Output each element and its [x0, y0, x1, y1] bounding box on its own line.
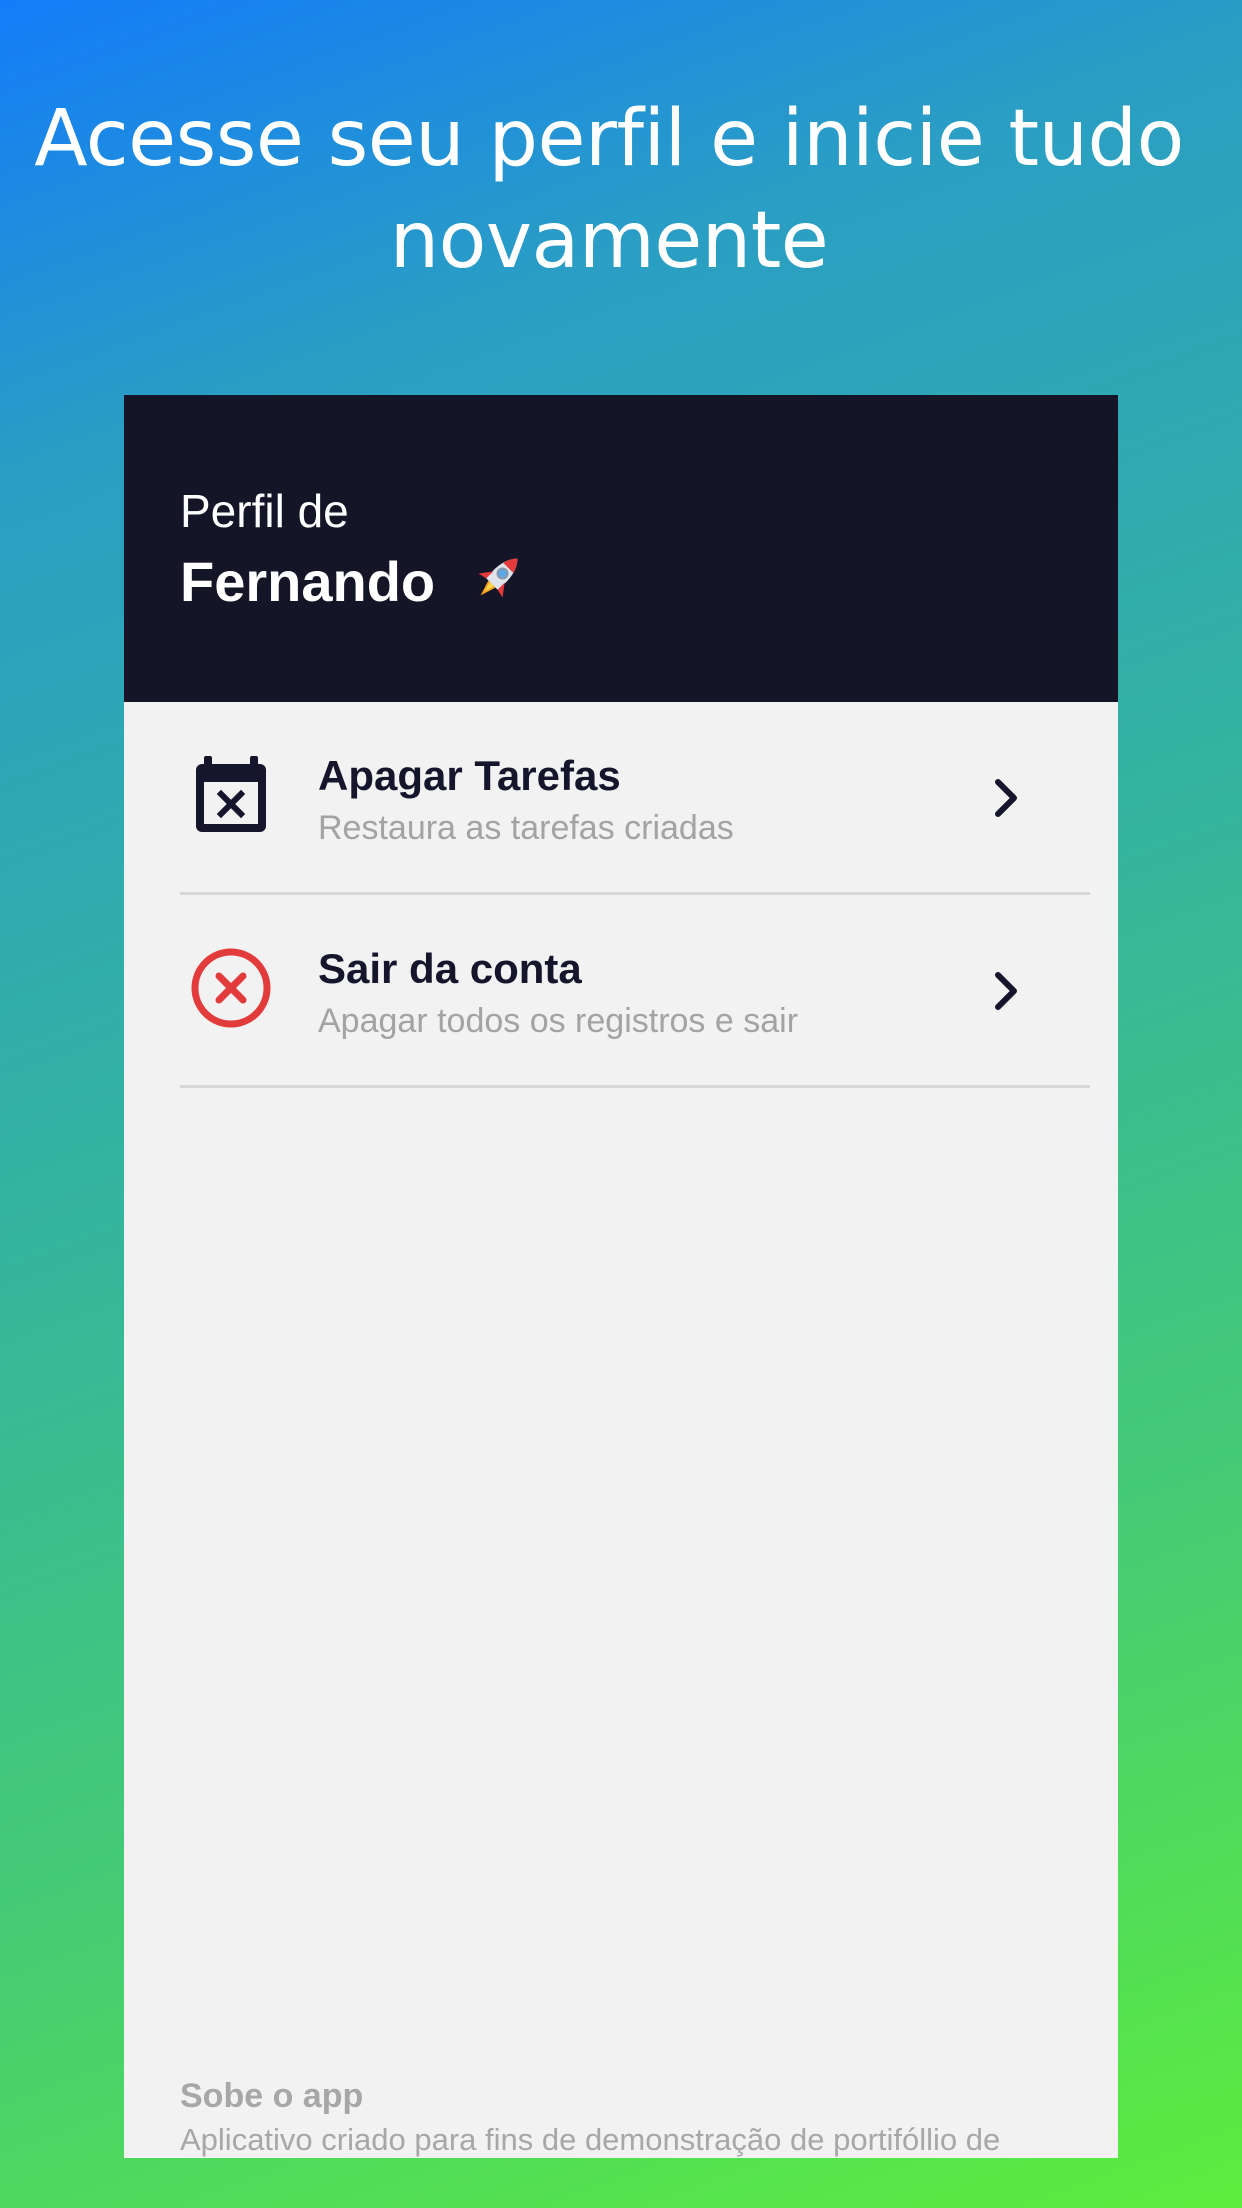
- menu-item-sair-da-conta[interactable]: Sair da conta Apagar todos os registros …: [180, 895, 1090, 1088]
- menu-item-apagar-tarefas[interactable]: Apagar Tarefas Restaura as tarefas criad…: [180, 702, 1090, 895]
- profile-name-row: Fernando: [180, 547, 529, 623]
- chevron-right-icon: [988, 776, 1024, 820]
- headline-line-2: novamente: [389, 196, 829, 286]
- about-text: Aplicativo criado para fins de demonstra…: [180, 2122, 1001, 2157]
- profile-name: Fernando: [180, 550, 436, 613]
- headline-line-1: Acesse seu perfil e inicie tudo: [34, 94, 1184, 184]
- close-circle-icon: [188, 945, 274, 1031]
- profile-label: Perfil de: [180, 485, 349, 537]
- menu-item-subtitle: Restaura as tarefas criadas: [318, 809, 734, 847]
- calendar-remove-icon: [188, 752, 274, 838]
- profile-header: Perfil de Fernando: [124, 395, 1118, 702]
- menu-item-subtitle: Apagar todos os registros e sair: [318, 1002, 799, 1040]
- headline: Acesse seu perfil e inicie tudo novament…: [0, 88, 1218, 292]
- rocket-icon: [469, 547, 529, 623]
- about-title: Sobe o app: [180, 2077, 364, 2115]
- menu-item-title: Apagar Tarefas: [318, 752, 621, 799]
- phone-screen: Perfil de Fernando Apagar Tarefas Restau…: [124, 395, 1118, 2158]
- chevron-right-icon: [988, 969, 1024, 1013]
- menu-item-title: Sair da conta: [318, 945, 582, 992]
